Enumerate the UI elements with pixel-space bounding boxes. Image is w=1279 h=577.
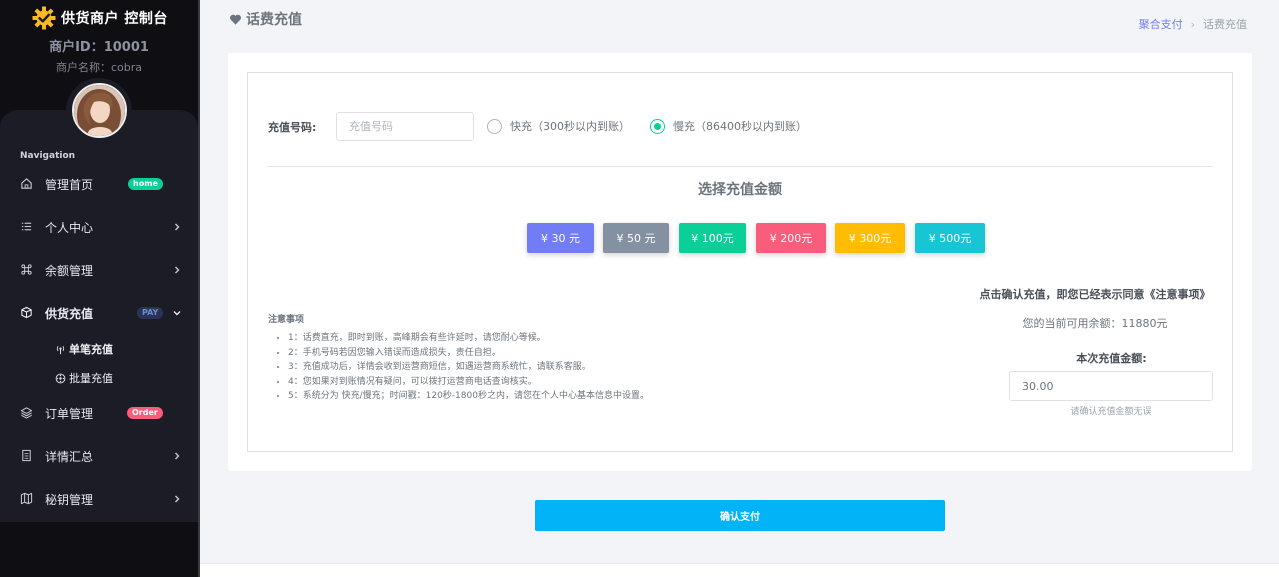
chevron-right-icon [175,223,180,231]
sub-item-label: 单笔充值 [69,343,113,356]
home-icon [21,178,32,189]
antenna-icon [56,345,65,354]
nav-item-order-management[interactable]: 订单管理 Order [0,401,198,425]
chevron-down-icon [173,311,181,316]
breadcrumb-current: 话费充值 [1203,18,1247,31]
radio-fast-recharge[interactable]: 快充（300秒以内到账） [487,118,630,134]
amount-button-30[interactable]: ¥ 30 元 [527,223,594,253]
chevron-right-icon [175,452,180,460]
notice-item: 5：系统分为 快充/慢充；时间戳：120秒-1800秒之内，请您在个人中心基本信… [288,389,649,404]
phone-label: 充值号码: [268,121,317,134]
radio-slow-label: 慢充（86400秒以内到账） [673,120,807,133]
sub-item-label: 批量充值 [69,372,113,385]
amount-button-100[interactable]: ¥ 100元 [679,223,746,253]
phone-number-input[interactable] [336,112,474,141]
breadcrumb-parent-link[interactable]: 聚合支付 [1139,16,1183,32]
nav-item-label: 订单管理 [45,407,94,421]
notice-title: 注意事项 [268,315,305,325]
nav-item-personal-center[interactable]: 个人中心 [0,215,198,239]
radio-circle[interactable] [487,118,502,134]
agreement-text: 点击确认充值，即您已经表示同意《注意事项》 [979,288,1211,301]
nav-item-label: 供货充值 [45,307,94,321]
nav-item-label: 秘钥管理 [45,493,94,507]
notice-list: 1：话费直充，即时到账，高峰期会有些许延时，请您耐心等候。 2：手机号码若因您输… [288,331,649,404]
page-title-text: 话费充值 [246,12,302,28]
map-icon [20,492,33,505]
pay-badge: PAY [137,307,164,319]
dial-icon [55,373,66,383]
amount-button-200[interactable]: ¥ 200元 [756,223,826,253]
list-icon [21,222,32,231]
notice-item: 1：话费直充，即时到账，高峰期会有些许延时，请您耐心等候。 [288,331,649,346]
nav-item-home[interactable]: 管理首页 home [0,172,198,196]
footer [200,563,1279,577]
brand[interactable]: 供货商户 控制台 [32,6,168,30]
sidebar: 供货商户 控制台 商户ID：10001 商户名称：cobra Navigatio… [0,0,200,577]
page-title: 话费充值 [229,9,302,29]
avatar-image [74,85,125,136]
amount-button-300[interactable]: ¥ 300元 [835,223,905,253]
nav-item-detail-summary[interactable]: 详情汇总 [0,444,198,468]
command-icon [21,264,32,275]
radio-circle-checked[interactable] [650,118,665,134]
nav-item-label: 个人中心 [45,221,94,235]
nav-item-label: 管理首页 [45,178,94,192]
nav-section-title: Navigation [20,151,76,161]
gear-logo-icon [32,6,56,30]
order-badge: Order [127,407,163,419]
breadcrumb: 聚合支付 › 话费充值 [1139,16,1247,32]
nav-item-label: 余额管理 [45,264,94,278]
nav-item-supply-recharge[interactable]: 供货充值 PAY [0,301,198,325]
heart-icon [230,14,241,25]
merchant-name: 商户名称：cobra [55,61,143,74]
avatar-frame [66,78,132,144]
document-icon [22,449,31,462]
brand-title: 供货商户 控制台 [61,11,168,27]
divider [267,166,1213,167]
home-badge: home [128,178,163,190]
breadcrumb-separator: › [1190,17,1195,31]
box-icon [21,306,32,319]
recharge-amount-input[interactable] [1009,371,1213,401]
recharge-amount-hint: 请确认充值金额无误 [1070,407,1152,417]
nav-item-key-management[interactable]: 秘钥管理 [0,487,198,511]
notice-item: 2：手机号码若因您输入错误而造成损失，责任自担。 [288,346,649,361]
avatar[interactable] [72,83,127,138]
chevron-right-icon [175,495,180,503]
confirm-pay-button[interactable]: 确认支付 [535,500,945,531]
recharge-amount-label: 本次充值金额: [1076,352,1147,365]
merchant-id: 商户ID：10001 [49,40,149,55]
sub-item-single-recharge[interactable]: 单笔充值 [55,341,113,357]
nav-item-label: 详情汇总 [45,450,94,464]
radio-slow-recharge[interactable]: 慢充（86400秒以内到账） [650,118,807,134]
notice-item: 4：您如果对到账情况有疑问，可以拨打运营商电话查询核实。 [288,375,649,390]
available-balance: 您的当前可用余额：11880元 [1022,317,1168,330]
amount-button-500[interactable]: ¥ 500元 [915,223,985,253]
chevron-right-icon [175,266,180,274]
layers-icon [20,407,33,419]
notice-item: 3：充值成功后，详情会收到运营商短信，如遇运营商系统忙，请联系客服。 [288,360,649,375]
nav-item-balance[interactable]: 余额管理 [0,258,198,282]
radio-fast-label: 快充（300秒以内到账） [510,120,630,133]
sub-item-batch-recharge[interactable]: 批量充值 [55,370,113,386]
amount-button-50[interactable]: ¥ 50 元 [603,223,669,253]
select-amount-title: 选择充值金额 [698,182,782,198]
